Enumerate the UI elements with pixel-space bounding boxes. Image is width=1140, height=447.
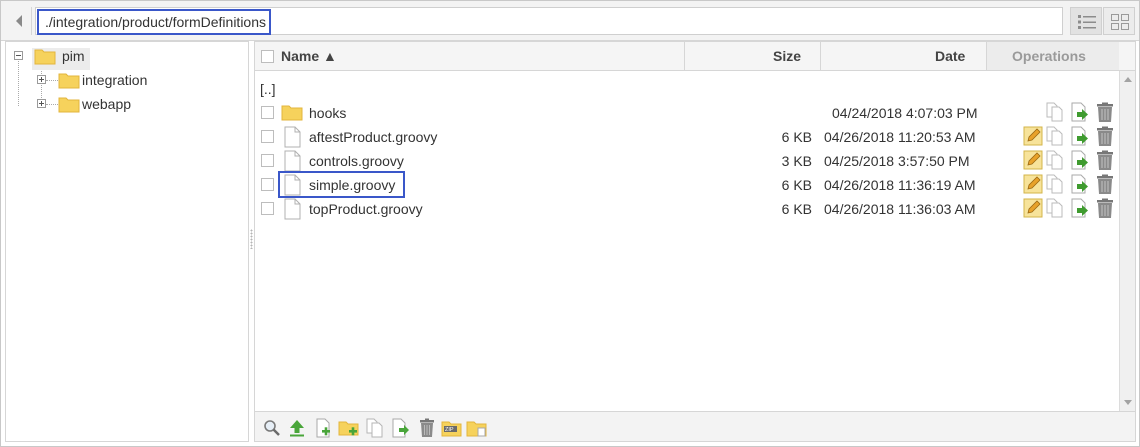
table-row[interactable]: hooks 04/24/2018 4:07:03 PM bbox=[255, 101, 1119, 125]
trash-icon[interactable] bbox=[1095, 150, 1115, 170]
column-divider bbox=[820, 42, 821, 70]
file-icon bbox=[284, 198, 301, 220]
file-size: 6 KB bbox=[781, 129, 812, 145]
trash-icon[interactable] bbox=[1095, 102, 1115, 122]
move-icon[interactable] bbox=[390, 417, 412, 439]
select-all-checkbox[interactable] bbox=[261, 50, 274, 63]
tree-label: pim bbox=[62, 48, 85, 64]
tree-node-integration[interactable]: integration bbox=[6, 69, 206, 91]
file-icon bbox=[284, 126, 301, 148]
file-name[interactable]: simple.groovy bbox=[309, 176, 395, 194]
folder-name[interactable]: hooks bbox=[309, 104, 346, 122]
tree-node-webapp[interactable]: webapp bbox=[6, 93, 206, 115]
splitter-grip bbox=[250, 229, 253, 249]
collapse-toggle[interactable] bbox=[14, 51, 23, 60]
column-header-operations: Operations bbox=[1012, 48, 1086, 64]
path-input[interactable]: ./integration/product/formDefinitions bbox=[35, 7, 1063, 35]
pencil-icon[interactable] bbox=[1023, 174, 1043, 194]
pencil-icon[interactable] bbox=[1023, 126, 1043, 146]
svg-text:ZIP: ZIP bbox=[445, 427, 454, 433]
file-size: 6 KB bbox=[781, 177, 812, 193]
column-divider bbox=[684, 42, 685, 70]
list-view-icon bbox=[1078, 15, 1096, 29]
row-checkbox[interactable] bbox=[261, 130, 274, 143]
table-row[interactable]: aftestProduct.groovy 6 KB 04/26/2018 11:20… bbox=[255, 125, 1119, 149]
copy-icon[interactable] bbox=[1045, 174, 1065, 194]
trash-icon[interactable] bbox=[416, 417, 438, 439]
move-icon[interactable] bbox=[1070, 198, 1090, 218]
copy-icon[interactable] bbox=[1045, 150, 1065, 170]
file-size: 6 KB bbox=[781, 201, 812, 217]
tree-label: integration bbox=[82, 72, 148, 88]
move-icon[interactable] bbox=[1070, 174, 1090, 194]
parent-directory-link[interactable]: [..] bbox=[260, 80, 276, 98]
row-checkbox[interactable] bbox=[261, 106, 274, 119]
file-icon bbox=[284, 150, 301, 172]
search-icon[interactable] bbox=[261, 417, 283, 439]
path-toolbar: ./integration/product/formDefinitions bbox=[1, 1, 1139, 41]
move-icon[interactable] bbox=[1070, 102, 1090, 122]
row-checkbox[interactable] bbox=[261, 178, 274, 191]
tree-node-pim[interactable]: pim bbox=[6, 45, 206, 70]
scroll-up-icon[interactable] bbox=[1124, 77, 1132, 82]
column-header-size[interactable]: Size bbox=[773, 42, 801, 70]
scroll-down-icon[interactable] bbox=[1124, 400, 1132, 405]
zip-icon[interactable]: ZIP bbox=[441, 417, 463, 439]
folder-icon bbox=[34, 49, 56, 65]
copy-icon[interactable] bbox=[1045, 198, 1065, 218]
grid-view-icon bbox=[1111, 14, 1129, 30]
folder-icon bbox=[58, 97, 80, 113]
column-header-date[interactable]: Date bbox=[935, 42, 965, 70]
file-name[interactable]: topProduct.groovy bbox=[309, 200, 423, 218]
copy-icon[interactable] bbox=[1045, 126, 1065, 146]
modified-date: 04/25/2018 3:57:50 PM bbox=[824, 153, 970, 169]
modified-date: 04/26/2018 11:20:53 AM bbox=[824, 129, 976, 145]
unzip-icon[interactable] bbox=[466, 417, 488, 439]
vertical-scrollbar[interactable] bbox=[1119, 71, 1135, 411]
new-file-icon[interactable] bbox=[312, 417, 334, 439]
move-icon[interactable] bbox=[1070, 126, 1090, 146]
trash-icon[interactable] bbox=[1095, 126, 1115, 146]
row-checkbox[interactable] bbox=[261, 202, 274, 215]
bottom-toolbar: ZIP bbox=[254, 412, 1136, 442]
trash-icon[interactable] bbox=[1095, 174, 1115, 194]
table-row[interactable]: topProduct.groovy 6 KB 04/26/2018 11:36:03… bbox=[255, 197, 1119, 221]
file-manager-window: ./integration/product/formDefinitions pi… bbox=[0, 0, 1140, 447]
table-header: Name ▲ Size Date Operations bbox=[255, 42, 1135, 71]
modified-date: 04/26/2018 11:36:19 AM bbox=[824, 177, 976, 193]
tree-label: webapp bbox=[82, 96, 132, 112]
copy-icon[interactable] bbox=[1045, 102, 1065, 122]
copy-icon[interactable] bbox=[364, 417, 386, 439]
chevron-left-icon bbox=[16, 15, 22, 27]
table-row[interactable]: simple.groovy 6 KB 04/26/2018 11:36:19 AM bbox=[255, 171, 1119, 198]
column-header-name[interactable]: Name ▲ bbox=[281, 42, 337, 70]
move-icon[interactable] bbox=[1070, 150, 1090, 170]
expand-toggle[interactable] bbox=[37, 75, 46, 84]
trash-icon[interactable] bbox=[1095, 198, 1115, 218]
file-name[interactable]: aftestProduct.groovy bbox=[309, 128, 437, 146]
pencil-icon[interactable] bbox=[1023, 198, 1043, 218]
back-button[interactable] bbox=[8, 7, 32, 35]
file-list-panel: Name ▲ Size Date Operations [..] hooks 04… bbox=[254, 41, 1136, 412]
table-row[interactable]: controls.groovy 3 KB 04/25/2018 3:57:50 PM bbox=[255, 149, 1119, 173]
new-folder-icon[interactable] bbox=[338, 417, 360, 439]
folder-icon bbox=[58, 73, 80, 89]
file-size: 3 KB bbox=[781, 153, 812, 169]
path-text: ./integration/product/formDefinitions bbox=[37, 9, 271, 35]
modified-date: 04/24/2018 4:07:03 PM bbox=[832, 105, 978, 121]
folder-icon bbox=[281, 105, 303, 121]
parent-directory-row[interactable]: [..] bbox=[255, 77, 1119, 101]
expand-toggle[interactable] bbox=[37, 99, 46, 108]
list-view-button[interactable] bbox=[1070, 7, 1102, 35]
folder-tree: pim integration webapp bbox=[5, 41, 249, 442]
grid-view-button[interactable] bbox=[1103, 7, 1135, 35]
file-name[interactable]: controls.groovy bbox=[309, 152, 404, 170]
upload-icon[interactable] bbox=[286, 417, 308, 439]
pencil-icon[interactable] bbox=[1023, 150, 1043, 170]
modified-date: 04/26/2018 11:36:03 AM bbox=[824, 201, 976, 217]
row-checkbox[interactable] bbox=[261, 154, 274, 167]
